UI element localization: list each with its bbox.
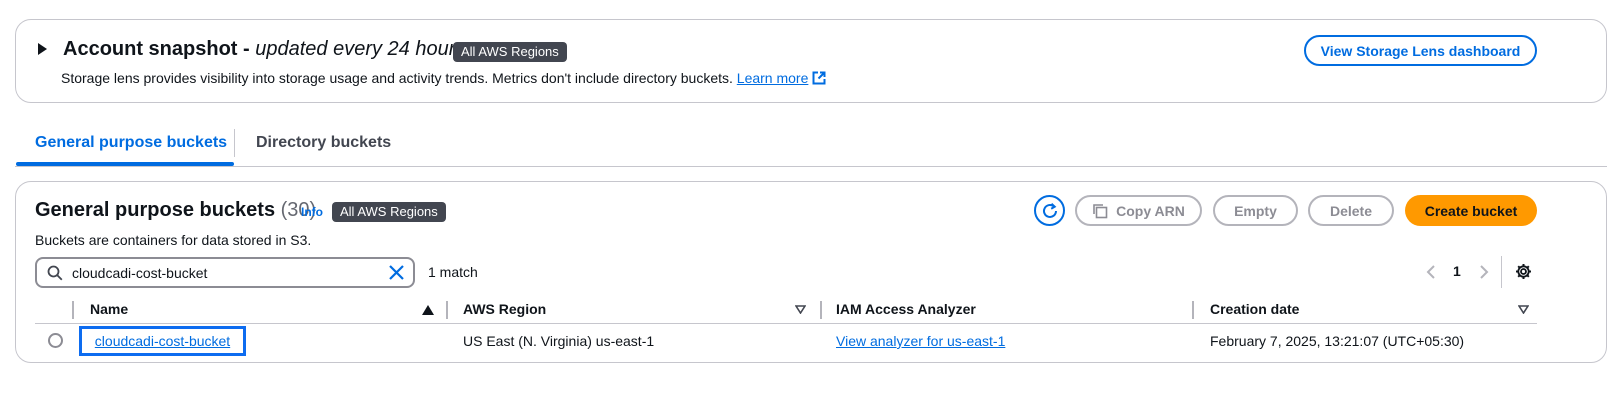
buckets-title: General purpose buckets (30) — [35, 199, 316, 222]
column-divider[interactable] — [1192, 301, 1194, 319]
copy-arn-label: Copy ARN — [1116, 202, 1185, 219]
tab-divider — [234, 129, 235, 157]
settings-icon[interactable] — [1515, 263, 1532, 280]
account-snapshot-panel: Account snapshot - updated every 24 hour… — [15, 19, 1607, 103]
column-header-iam-analyzer[interactable]: IAM Access Analyzer — [836, 301, 976, 317]
external-link-icon[interactable] — [812, 71, 826, 85]
snapshot-description-text: Storage lens provides visibility into st… — [61, 70, 733, 86]
clear-icon[interactable] — [388, 264, 405, 281]
create-bucket-button[interactable]: Create bucket — [1405, 195, 1537, 226]
row-select-radio[interactable] — [48, 333, 63, 348]
refresh-icon — [1042, 202, 1057, 218]
bucket-name-link[interactable]: cloudcadi-cost-bucket — [95, 333, 230, 349]
table-header-divider — [35, 323, 1537, 324]
bucket-type-tabs: General purpose buckets Directory bucket… — [15, 127, 1607, 167]
snapshot-title-italic: updated every 24 hours — [255, 38, 466, 60]
bucket-creation-date: February 7, 2025, 13:21:07 (UTC+05:30) — [1210, 333, 1465, 349]
view-storage-lens-dashboard-button[interactable]: View Storage Lens dashboard — [1304, 35, 1537, 66]
buckets-description: Buckets are containers for data stored i… — [35, 232, 312, 248]
info-link[interactable]: Info — [301, 205, 323, 219]
buckets-title-text: General purpose buckets — [35, 199, 276, 221]
active-tab-indicator — [16, 162, 234, 166]
sort-descending-icon[interactable] — [1518, 305, 1529, 314]
copy-arn-button[interactable]: Copy ARN — [1075, 195, 1202, 226]
empty-button[interactable]: Empty — [1213, 195, 1298, 226]
snapshot-title[interactable]: Account snapshot - updated every 24 hour… — [63, 38, 465, 61]
refresh-button[interactable] — [1034, 195, 1065, 226]
general-purpose-buckets-panel: General purpose buckets (30) Info All AW… — [15, 181, 1607, 363]
column-divider[interactable] — [446, 301, 448, 319]
caret-right-icon[interactable] — [38, 43, 47, 55]
tab-general-purpose-buckets[interactable]: General purpose buckets — [35, 134, 227, 152]
chevron-left-icon[interactable] — [1425, 264, 1437, 280]
pager-divider — [1501, 256, 1502, 288]
column-header-name[interactable]: Name — [90, 301, 128, 317]
bucket-search-field[interactable] — [35, 257, 415, 288]
sort-ascending-icon[interactable] — [422, 305, 434, 315]
search-input[interactable] — [72, 263, 372, 283]
column-header-creation-date[interactable]: Creation date — [1210, 301, 1299, 317]
match-count: 1 match — [428, 264, 478, 280]
sort-descending-icon[interactable] — [795, 305, 806, 314]
column-divider — [72, 301, 74, 319]
tab-directory-buckets[interactable]: Directory buckets — [256, 134, 391, 152]
column-header-region[interactable]: AWS Region — [463, 301, 546, 317]
delete-button[interactable]: Delete — [1308, 195, 1394, 226]
chevron-right-icon[interactable] — [1478, 264, 1490, 280]
column-divider[interactable] — [820, 301, 822, 319]
page-number[interactable]: 1 — [1453, 263, 1461, 279]
regions-badge: All AWS Regions — [453, 42, 567, 62]
copy-icon — [1093, 203, 1108, 218]
search-icon — [47, 265, 63, 281]
regions-badge: All AWS Regions — [332, 202, 446, 222]
view-analyzer-link[interactable]: View analyzer for us-east-1 — [836, 333, 1005, 349]
snapshot-title-text: Account snapshot - — [63, 38, 256, 60]
bucket-name-cell: cloudcadi-cost-bucket — [79, 326, 246, 356]
learn-more-link[interactable]: Learn more — [737, 70, 809, 86]
snapshot-description: Storage lens provides visibility into st… — [61, 70, 826, 86]
bucket-region: US East (N. Virginia) us-east-1 — [463, 333, 655, 349]
